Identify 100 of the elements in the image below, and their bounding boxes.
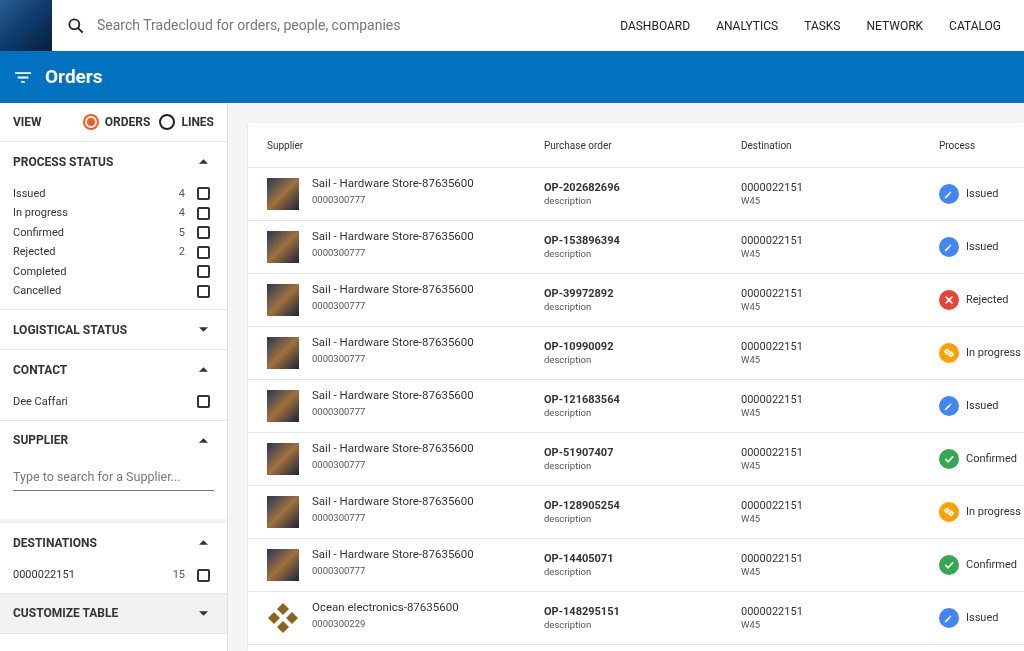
filter-title[interactable]: PROCESS STATUS	[13, 152, 114, 171]
supplier-name: Ocean electronics-87635600	[312, 599, 459, 617]
column-header[interactable]: Purchase order	[544, 137, 741, 153]
filter-option: 0000022151	[13, 566, 75, 584]
supplier-name: Sail - Hardware Store-87635600	[312, 228, 474, 246]
filter-title[interactable]: CUSTOMIZE TABLE	[13, 604, 119, 623]
order-number[interactable]: OP-121683564	[544, 391, 741, 409]
order-description: description	[544, 406, 593, 421]
filter-title[interactable]: SUPPLIER	[13, 431, 69, 449]
delivery-week: W45	[741, 247, 762, 262]
order-row[interactable]: Sail - Hardware Store-87635600 0000300777 OP-39972892 description 0000022151 W45 Rejected	[248, 274, 1024, 327]
option-count: 15	[172, 566, 185, 583]
caret-icon[interactable]	[199, 367, 208, 372]
caret-icon[interactable]	[199, 327, 208, 332]
filter-title[interactable]: DESTINATIONS	[13, 533, 97, 552]
process-status: In progress	[966, 503, 1021, 520]
supplier-name: Sail - Hardware Store-87635600	[312, 387, 474, 405]
nav-link[interactable]: ANALYTICS	[716, 16, 779, 35]
checkbox[interactable]	[197, 206, 210, 220]
delivery-week: W45	[741, 459, 762, 474]
delivery-week: W45	[741, 512, 762, 527]
order-number[interactable]: OP-51907407	[544, 444, 741, 462]
order-row[interactable]: Ocean electronics-87635600 0000300229 OP-148295151 description 0000022151 W45 Issued	[248, 592, 1024, 645]
supplier-name: Sail - Hardware Store-87635600	[312, 546, 474, 564]
supplier-name: Sail - Hardware Store-87635600	[312, 175, 474, 193]
order-row[interactable]: Sail - Hardware Store-87635600 0000300777 OP-10990092 description 0000022151 W45 In progress	[248, 327, 1024, 380]
filter-title[interactable]: LOGISTICAL STATUS	[13, 320, 128, 339]
order-description: description	[544, 194, 593, 209]
supplier-code: 0000300777	[312, 563, 367, 578]
destination-code: 0000022151	[741, 550, 804, 567]
order-number[interactable]: OP-128905254	[544, 497, 741, 515]
supplier-code: 0000300229	[312, 616, 367, 631]
order-number[interactable]: OP-14405071	[544, 550, 741, 568]
nav-link[interactable]: NETWORK	[866, 16, 924, 35]
checkbox[interactable]	[197, 395, 210, 409]
supplier-code: 0000300777	[312, 457, 367, 472]
order-row[interactable]: Sail - Hardware Store-87635600 0000300777 OP-51907407 description 0000022151 W45 Confirmed	[248, 433, 1024, 486]
delivery-week: W45	[741, 353, 762, 368]
order-number[interactable]: OP-39972892	[544, 285, 741, 303]
order-number[interactable]: OP-148295151	[544, 603, 741, 621]
supplier-code: 0000300777	[312, 192, 367, 207]
supplier-search-field[interactable]: Type to search for a Supplier...	[13, 467, 214, 492]
destination-code: 0000022151	[741, 338, 804, 355]
filter-title[interactable]: CONTACT	[13, 360, 68, 379]
page-title: Orders	[45, 63, 103, 90]
order-number[interactable]: OP-153896394	[544, 232, 741, 250]
radio-label: LINES	[181, 114, 214, 131]
view-radio[interactable]: ORDERS	[82, 113, 151, 131]
process-status: Rejected	[966, 291, 1009, 308]
caret-icon[interactable]	[199, 437, 208, 443]
order-row[interactable]: Sail - Hardware Store-87635600 0000300777 OP-128905254 description 0000022151 W45 In progress	[248, 486, 1024, 539]
nav-link[interactable]: CATALOG	[949, 16, 1001, 35]
option-count: 4	[178, 205, 185, 221]
supplier-name: Sail - Hardware Store-87635600	[312, 493, 474, 511]
column-header[interactable]: Supplier	[267, 137, 544, 153]
checkbox[interactable]	[197, 265, 210, 279]
order-description: description	[544, 353, 593, 368]
order-description: description	[544, 618, 593, 633]
order-row[interactable]: Sail - Hardware Store-87635600 0000300777 OP-202682696 description 0000022151 W45 Issued	[248, 168, 1024, 221]
checkbox[interactable]	[197, 245, 210, 259]
caret-icon[interactable]	[199, 159, 208, 164]
order-number[interactable]: OP-202682696	[544, 179, 741, 197]
radio-icon[interactable]	[159, 114, 176, 130]
radio-label: ORDERS	[104, 114, 151, 131]
delivery-week: W45	[741, 565, 762, 580]
order-row[interactable]: Sail - Hardware Store-87635600 0000300777 OP-14405071 description 0000022151 W45 Confirmed	[248, 539, 1024, 592]
supplier-code: 0000300777	[312, 510, 367, 525]
nav-link[interactable]: TASKS	[804, 16, 841, 35]
view-radio[interactable]: LINES	[159, 113, 214, 131]
checkbox[interactable]	[197, 568, 210, 582]
supplier-code: 0000300777	[312, 298, 367, 313]
delivery-week: W45	[741, 194, 762, 209]
process-status: Issued	[966, 185, 999, 202]
process-status: Issued	[966, 609, 999, 626]
order-row[interactable]: Sail - Hardware Store-87635600 0000300777 OP-121683564 description 0000022151 W45 Issued	[248, 380, 1024, 433]
column-header[interactable]: Process	[939, 137, 976, 153]
process-status: Confirmed	[966, 556, 1017, 573]
order-row[interactable]: Sail - Hardware Store-87635600 0000300777 OP-153896394 description 0000022151 W45 Issued	[248, 221, 1024, 274]
radio-icon[interactable]	[82, 114, 99, 130]
option-count: 4	[178, 185, 185, 202]
search-icon	[66, 15, 86, 36]
checkbox[interactable]	[197, 226, 210, 240]
process-status: In progress	[966, 344, 1021, 361]
destination-code: 0000022151	[741, 444, 804, 461]
checkbox[interactable]	[197, 187, 210, 201]
supplier-code: 0000300777	[312, 404, 367, 419]
search-field[interactable]: Search Tradecloud for orders, people, companies	[97, 15, 497, 36]
caret-icon[interactable]	[199, 610, 208, 616]
caret-icon[interactable]	[199, 540, 208, 546]
order-number[interactable]: OP-10990092	[544, 338, 741, 356]
delivery-week: W45	[741, 618, 762, 633]
filter-icon[interactable]	[15, 71, 31, 83]
view-label: VIEW	[13, 114, 42, 131]
destination-code: 0000022151	[741, 603, 804, 620]
filter-option: In progress	[13, 205, 68, 222]
checkbox[interactable]	[197, 284, 210, 298]
logo-photo-placeholder	[0, 0, 52, 51]
column-header[interactable]: Destination	[741, 137, 939, 153]
supplier-code: 0000300777	[312, 351, 367, 366]
nav-link[interactable]: DASHBOARD	[620, 16, 691, 35]
